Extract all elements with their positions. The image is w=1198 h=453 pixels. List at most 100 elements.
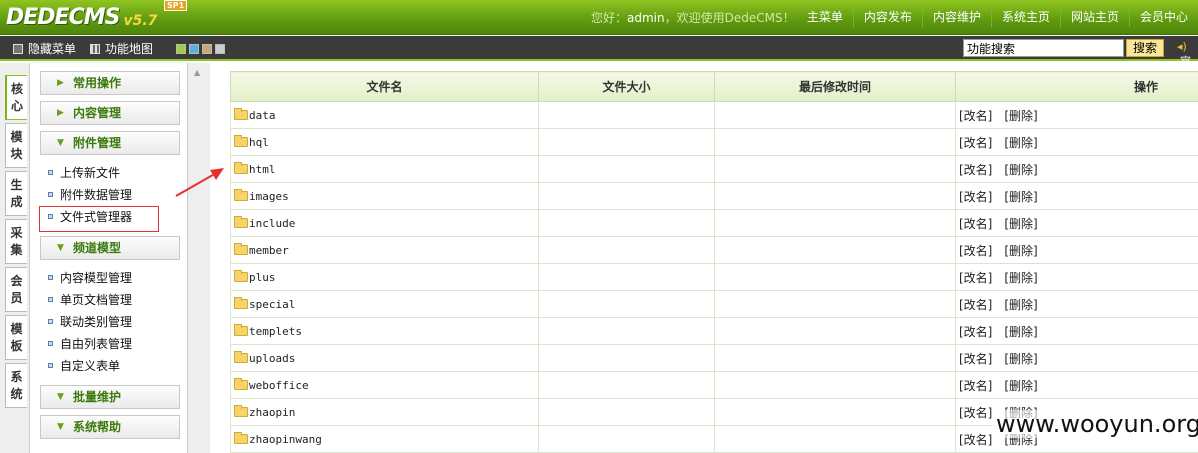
menu-item-single-page[interactable]: 单页文档管理 xyxy=(48,292,132,308)
function-map-button[interactable]: 功能地图 xyxy=(90,40,153,57)
rename-link[interactable]: [改名] xyxy=(959,406,992,420)
folder-name[interactable]: templets xyxy=(249,325,302,338)
menu-section-channel-models[interactable]: ▼ 频道模型 xyxy=(40,236,180,260)
menu-item-content-model[interactable]: 内容模型管理 xyxy=(48,270,132,286)
rename-link[interactable]: [改名] xyxy=(959,136,992,150)
filename-cell[interactable]: data xyxy=(230,101,539,129)
scroll-up-icon[interactable]: ▲ xyxy=(194,68,200,77)
menu-section-content[interactable]: ▶ 内容管理 xyxy=(40,101,180,125)
folder-name[interactable]: html xyxy=(249,163,276,176)
rename-link[interactable]: [改名] xyxy=(959,163,992,177)
delete-link[interactable]: [删除] xyxy=(1004,109,1037,123)
rename-link[interactable]: [改名] xyxy=(959,190,992,204)
filename-cell[interactable]: html xyxy=(230,155,539,183)
folder-name[interactable]: member xyxy=(249,244,289,257)
folder-icon xyxy=(234,242,248,255)
folder-name[interactable]: plus xyxy=(249,271,276,284)
hide-menu-button[interactable]: 隐藏菜单 xyxy=(13,40,76,57)
menu-section-common[interactable]: ▶ 常用操作 xyxy=(40,71,180,95)
function-search-input[interactable] xyxy=(963,39,1124,57)
table-row: hql [改名] [删除] xyxy=(230,128,1198,156)
folder-name[interactable]: data xyxy=(249,109,276,122)
module-tab-2[interactable]: 生成 xyxy=(5,171,27,216)
folder-name[interactable]: special xyxy=(249,298,295,311)
table-header-row: 文件名 文件大小 最后修改时间 操作 xyxy=(230,71,1198,102)
topnav-content-publish[interactable]: 内容发布 xyxy=(852,7,922,27)
menu-item-upload[interactable]: 上传新文件 xyxy=(48,165,120,181)
module-tab-5[interactable]: 模板 xyxy=(5,315,27,360)
filename-cell[interactable]: images xyxy=(230,182,539,210)
module-tab-6[interactable]: 系统 xyxy=(5,363,27,408)
menu-section-batch[interactable]: ▼ 批量维护 xyxy=(40,385,180,409)
skin-swatch[interactable] xyxy=(189,44,199,54)
search-button[interactable]: 搜索 xyxy=(1126,39,1164,57)
chevron-down-icon: ▼ xyxy=(57,243,64,253)
rename-link[interactable]: [改名] xyxy=(959,379,992,393)
module-tab-1[interactable]: 模块 xyxy=(5,123,27,168)
filename-cell[interactable]: weboffice xyxy=(230,371,539,399)
rename-link[interactable]: [改名] xyxy=(959,271,992,285)
menu-section-title: 附件管理 xyxy=(73,136,122,150)
delete-link[interactable]: [删除] xyxy=(1004,217,1037,231)
menu-item-file-manager[interactable]: 文件式管理器 xyxy=(48,209,132,225)
skin-swatch[interactable] xyxy=(215,44,225,54)
delete-link[interactable]: [删除] xyxy=(1004,190,1037,204)
folder-name[interactable]: images xyxy=(249,190,289,203)
module-tab-4[interactable]: 会员 xyxy=(5,267,27,312)
delete-link[interactable]: [删除] xyxy=(1004,136,1037,150)
rename-link[interactable]: [改名] xyxy=(959,244,992,258)
topnav-content-maintain[interactable]: 内容维护 xyxy=(921,7,991,27)
menu-item-free-list[interactable]: 自由列表管理 xyxy=(48,336,132,352)
filename-cell[interactable]: templets xyxy=(230,317,539,345)
filename-cell[interactable]: member xyxy=(230,236,539,264)
menu-section-attachments[interactable]: ▼ 附件管理 xyxy=(40,131,180,155)
folder-name[interactable]: include xyxy=(249,217,295,230)
menu-item-attachment-data[interactable]: 附件数据管理 xyxy=(48,187,132,203)
delete-link[interactable]: [删除] xyxy=(1004,271,1037,285)
filename-cell[interactable]: zhaopinwang xyxy=(230,425,539,453)
delete-link[interactable]: [删除] xyxy=(1004,352,1037,366)
topnav-site-home[interactable]: 网站主页 xyxy=(1059,7,1129,27)
filename-cell[interactable]: include xyxy=(230,209,539,237)
modified-cell xyxy=(714,290,956,318)
filename-cell[interactable]: hql xyxy=(230,128,539,156)
chevron-down-icon: ▼ xyxy=(57,392,64,402)
topnav-main-menu[interactable]: 主菜单 xyxy=(797,7,853,27)
delete-link[interactable]: [删除] xyxy=(1004,244,1037,258)
skin-swatch[interactable] xyxy=(202,44,212,54)
rename-link[interactable]: [改名] xyxy=(959,352,992,366)
topnav-system-home[interactable]: 系统主页 xyxy=(990,7,1060,27)
rename-link[interactable]: [改名] xyxy=(959,109,992,123)
topnav-member-center[interactable]: 会员中心 xyxy=(1128,7,1198,27)
rename-link[interactable]: [改名] xyxy=(959,298,992,312)
module-tab-3[interactable]: 采集 xyxy=(5,219,27,264)
delete-link[interactable]: [删除] xyxy=(1004,163,1037,177)
rename-link[interactable]: [改名] xyxy=(959,217,992,231)
folder-name[interactable]: weboffice xyxy=(249,379,309,392)
folder-icon xyxy=(234,296,248,309)
delete-link[interactable]: [删除] xyxy=(1004,379,1037,393)
delete-link[interactable]: [删除] xyxy=(1004,325,1037,339)
skin-swatch[interactable] xyxy=(176,44,186,54)
hide-menu-label: 隐藏菜单 xyxy=(28,42,77,56)
filename-cell[interactable]: plus xyxy=(230,263,539,291)
folder-name[interactable]: hql xyxy=(249,136,269,149)
menu-item-linkage[interactable]: 联动类别管理 xyxy=(48,314,132,330)
folder-name[interactable]: zhaopin xyxy=(249,406,295,419)
folder-name[interactable]: uploads xyxy=(249,352,295,365)
menu-item-custom-form[interactable]: 自定义表单 xyxy=(48,358,120,374)
filename-cell[interactable]: uploads xyxy=(230,344,539,372)
menu-section-title: 系统帮助 xyxy=(73,420,122,434)
menu-section-help[interactable]: ▼ 系统帮助 xyxy=(40,415,180,439)
modified-cell xyxy=(714,209,956,237)
folder-name[interactable]: zhaopinwang xyxy=(249,433,322,446)
filename-cell[interactable]: zhaopin xyxy=(230,398,539,426)
module-tab-0[interactable]: 核心 xyxy=(5,75,27,120)
folder-icon xyxy=(234,215,248,228)
delete-link[interactable]: [删除] xyxy=(1004,298,1037,312)
rename-link[interactable]: [改名] xyxy=(959,433,992,447)
rename-link[interactable]: [改名] xyxy=(959,325,992,339)
filename-cell[interactable]: special xyxy=(230,290,539,318)
menu-splitter[interactable]: ▲ xyxy=(189,63,210,453)
menu-section-title: 内容管理 xyxy=(73,106,122,120)
